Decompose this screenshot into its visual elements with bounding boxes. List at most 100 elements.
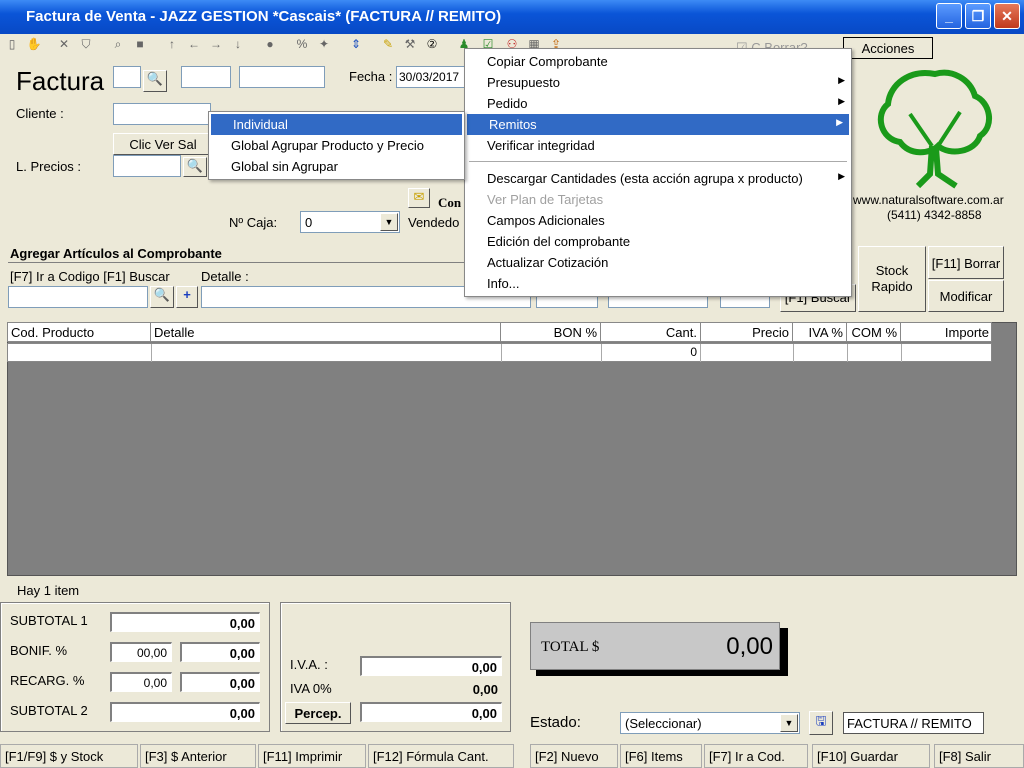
help-icon[interactable]: ②: [424, 36, 440, 52]
cell-divider: [501, 344, 502, 362]
menu-item-descargar[interactable]: Descargar Cantidades (esta acción agrupa…: [465, 168, 851, 189]
submenu-item-individual[interactable]: Individual: [211, 114, 462, 135]
tools-icon[interactable]: ⚒: [402, 36, 418, 52]
search-icon[interactable]: ⌕: [110, 36, 126, 52]
status-f12[interactable]: [F12] Fórmula Cant.: [368, 744, 514, 768]
minimize-button[interactable]: _: [936, 3, 962, 29]
arrow-right-icon[interactable]: →: [208, 36, 224, 52]
lprecios-search-button[interactable]: 🔍: [183, 157, 207, 177]
lprecios-field[interactable]: [113, 155, 181, 177]
doc-search-button[interactable]: 🔍: [143, 70, 167, 92]
estado-value: (Seleccionar): [625, 716, 702, 731]
status-f6[interactable]: [F6] Items: [620, 744, 702, 768]
circle-icon[interactable]: ●: [262, 36, 278, 52]
doc-letter-field[interactable]: [113, 66, 141, 88]
vendedor-label: Vendedo: [408, 215, 460, 230]
status-f11[interactable]: [F11] Imprimir: [258, 744, 366, 768]
chevron-down-icon[interactable]: ▼: [780, 714, 798, 732]
menu-item-campos[interactable]: Campos Adicionales: [465, 210, 851, 231]
chevron-down-icon[interactable]: ▼: [380, 213, 398, 231]
menu-item-edicion[interactable]: Edición del comprobante: [465, 231, 851, 252]
menu-item-info[interactable]: Info...: [465, 273, 851, 294]
cell-divider: [901, 344, 902, 362]
borrar-button[interactable]: [F11] Borrar: [928, 246, 1004, 279]
recarg-label: RECARG. %: [10, 673, 85, 688]
status-f7[interactable]: [F7] Ir a Cod.: [704, 744, 808, 768]
delete-icon[interactable]: ✕: [56, 36, 72, 52]
menu-item-presupuesto[interactable]: Presupuesto ▶: [465, 72, 851, 93]
ncaja-select[interactable]: 0 ▼: [300, 211, 400, 233]
submenu-item-global-agrupar[interactable]: Global Agrupar Producto y Precio: [209, 135, 464, 156]
cliente-field[interactable]: [113, 103, 211, 125]
percent-icon[interactable]: %: [294, 36, 310, 52]
estado-label: Estado:: [530, 714, 581, 731]
new-doc-icon[interactable]: ▯: [4, 36, 20, 52]
col-com[interactable]: COM %: [847, 323, 901, 342]
doc-type-field: FACTURA // REMITO: [843, 712, 984, 734]
recarg-value: 0,00: [180, 672, 260, 692]
maximize-button[interactable]: ❐: [965, 3, 991, 29]
cell-cant[interactable]: 0: [601, 344, 701, 362]
status-f1f9[interactable]: [F1/F9] $ y Stock: [0, 744, 138, 768]
recarg-pct-field[interactable]: 0,00: [110, 672, 172, 692]
menu-item-copiar[interactable]: Copiar Comprobante: [465, 51, 851, 72]
arrow-down-icon[interactable]: ↓: [230, 36, 246, 52]
iva0-label: IVA 0%: [290, 681, 332, 696]
col-importe[interactable]: Importe: [901, 323, 992, 342]
submenu-item-global-sin-agrupar[interactable]: Global sin Agrupar: [209, 156, 464, 177]
puzzle-icon[interactable]: ✦: [316, 36, 332, 52]
status-f2[interactable]: [F2] Nuevo: [530, 744, 618, 768]
hand-icon[interactable]: ✋: [26, 36, 42, 52]
subtotal1-label: SUBTOTAL 1: [10, 613, 88, 628]
menu-item-label: Remitos: [489, 117, 537, 132]
ver-saldo-button[interactable]: Clic Ver Sal: [113, 133, 213, 155]
code-search-button[interactable]: 🔍: [150, 286, 174, 308]
modificar-button[interactable]: Modificar: [928, 280, 1004, 312]
status-f8[interactable]: [F8] Salir: [934, 744, 1024, 768]
remitos-submenu: Individual Global Agrupar Producto y Pre…: [208, 111, 465, 180]
con-label: Con: [438, 195, 462, 210]
doc-type-label: Factura: [16, 66, 105, 96]
arrow-up-icon[interactable]: ↑: [164, 36, 180, 52]
save-icon[interactable]: 🖫: [809, 711, 833, 735]
menu-item-cotizacion[interactable]: Actualizar Cotización: [465, 252, 851, 273]
col-iva[interactable]: IVA %: [793, 323, 847, 342]
cliente-label: Cliente :: [16, 106, 64, 121]
window-title: Factura de Venta - JAZZ GESTION *Cascais…: [26, 8, 502, 25]
expand-icon[interactable]: ⇕: [348, 36, 364, 52]
total-label: TOTAL $: [541, 639, 600, 655]
fecha-field[interactable]: 30/03/2017: [396, 66, 466, 88]
col-detalle[interactable]: Detalle: [151, 323, 501, 342]
pencil-icon[interactable]: ✎: [380, 36, 396, 52]
envelope-icon[interactable]: ✉: [408, 188, 430, 208]
code-input[interactable]: [8, 286, 148, 308]
doc-number-field[interactable]: [239, 66, 325, 88]
stop-icon[interactable]: ■: [132, 36, 148, 52]
acciones-button[interactable]: Acciones: [843, 37, 933, 59]
menu-item-verificar[interactable]: Verificar integridad: [465, 135, 851, 156]
stock-rapido-button[interactable]: Stock Rapido: [858, 246, 926, 312]
menu-item-pedido[interactable]: Pedido ▶: [465, 93, 851, 114]
add-item-button[interactable]: +: [176, 286, 198, 308]
col-cod-producto[interactable]: Cod. Producto: [8, 323, 151, 342]
col-precio[interactable]: Precio: [701, 323, 793, 342]
status-f3[interactable]: [F3] $ Anterior: [140, 744, 256, 768]
status-f10[interactable]: [F10] Guardar: [812, 744, 930, 768]
shield-icon[interactable]: ⛉: [78, 36, 94, 52]
close-button[interactable]: ✕: [994, 3, 1020, 29]
col-bon[interactable]: BON %: [501, 323, 601, 342]
add-section-title: Agregar Artículos al Comprobante: [10, 246, 222, 261]
menu-item-remitos[interactable]: Remitos ▶: [467, 114, 849, 135]
tree-logo: [877, 69, 992, 189]
percep-button[interactable]: Percep.: [285, 702, 351, 724]
estado-select[interactable]: (Seleccionar) ▼: [620, 712, 800, 734]
col-cant[interactable]: Cant.: [601, 323, 701, 342]
ncaja-value: 0: [305, 215, 313, 230]
submenu-arrow-icon: ▶: [836, 117, 843, 127]
detalle-label: Detalle :: [201, 269, 249, 284]
arrow-left-icon[interactable]: ←: [186, 36, 202, 52]
ver-saldo-label: Clic Ver Sal: [129, 137, 197, 152]
bonif-pct-field[interactable]: 00,00: [110, 642, 172, 662]
table-row[interactable]: 0: [7, 343, 992, 362]
doc-prefix-field[interactable]: [181, 66, 231, 88]
